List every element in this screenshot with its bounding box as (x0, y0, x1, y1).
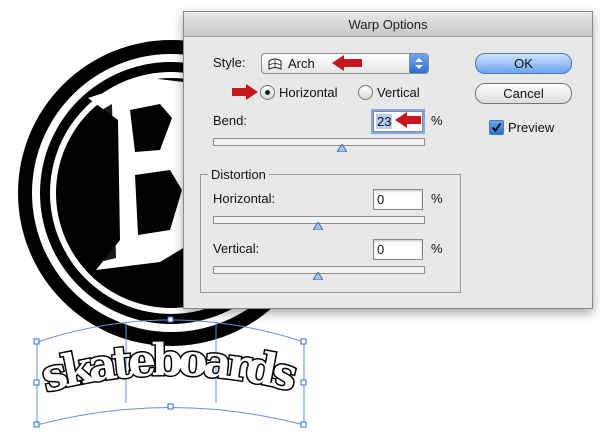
cancel-button[interactable]: Cancel (475, 83, 572, 104)
distortion-horizontal-value: 0 (377, 192, 385, 207)
bend-label: Bend: (213, 113, 247, 128)
vertical-radio-label[interactable]: Vertical (377, 85, 420, 100)
distortion-group-label: Distortion (208, 167, 269, 182)
checkmark-icon (491, 122, 502, 133)
distortion-vertical-unit: % (431, 241, 443, 256)
distortion-horizontal-label: Horizontal: (213, 191, 276, 206)
bend-slider-thumb[interactable] (337, 144, 348, 152)
warp-options-dialog: Warp Options Style: Arch Horizontal Vert… (183, 11, 593, 309)
annotation-arrow-style (332, 55, 362, 71)
distortion-vertical-slider-thumb[interactable] (313, 272, 323, 280)
dialog-titlebar[interactable]: Warp Options (184, 12, 592, 37)
distortion-vertical-field[interactable]: 0 (373, 239, 423, 260)
bend-value: 23 (376, 114, 393, 129)
style-select-stepper[interactable] (409, 54, 428, 73)
updown-arrows-icon (415, 58, 423, 69)
annotation-arrow-bend (395, 112, 421, 128)
distortion-horizontal-field[interactable]: 0 (373, 189, 423, 210)
style-label: Style: (213, 55, 246, 70)
style-select-value: Arch (288, 56, 315, 71)
distortion-horizontal-unit: % (431, 191, 443, 206)
ok-button[interactable]: OK (475, 53, 572, 74)
annotation-arrow-horizontal (232, 84, 258, 100)
dialog-title: Warp Options (348, 17, 428, 32)
preview-checkbox[interactable] (489, 120, 504, 135)
vertical-radio[interactable] (358, 85, 373, 100)
distortion-vertical-value: 0 (377, 242, 385, 257)
bend-unit: % (431, 113, 443, 128)
warped-text-inner: skateboards (42, 335, 300, 403)
bend-slider-track[interactable] (213, 138, 425, 146)
distortion-vertical-label: Vertical: (213, 241, 260, 256)
horizontal-radio-label[interactable]: Horizontal (279, 85, 338, 100)
distortion-horizontal-slider-thumb[interactable] (313, 222, 323, 230)
warped-text-svg: skateboards skateboards (42, 333, 300, 404)
warped-logo-text: skateboards skateboards (42, 330, 300, 408)
preview-label[interactable]: Preview (508, 120, 554, 135)
horizontal-radio[interactable] (260, 85, 275, 100)
arch-warp-icon (268, 58, 282, 70)
svg-text:skateboards: skateboards (42, 335, 300, 403)
